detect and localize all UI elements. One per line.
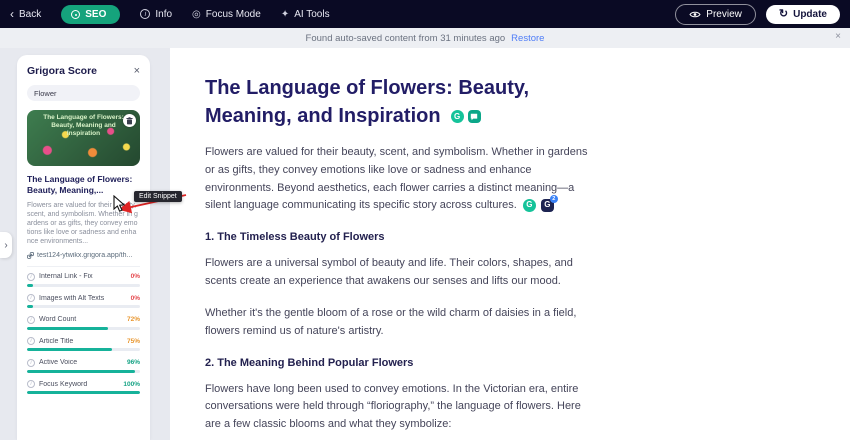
info-icon: i — [27, 359, 35, 367]
snippet-url-text: test124-ytwikx.grigora.app/th... — [37, 252, 132, 259]
seo-label: SEO — [85, 9, 106, 20]
score-item-active-voice[interactable]: i Active Voice 96% — [27, 359, 140, 373]
mouse-cursor — [112, 195, 127, 213]
score-item-alt-texts[interactable]: i Images with Alt Texts 0% — [27, 294, 140, 308]
focus-mode-button[interactable]: ◎ Focus Mode — [192, 9, 261, 20]
back-label: Back — [19, 9, 41, 20]
info-icon: i — [27, 380, 35, 388]
score-badge: 96% — [127, 359, 140, 366]
gauge-icon — [71, 10, 80, 19]
delete-image-button[interactable] — [123, 114, 136, 127]
sidebar-divider — [27, 266, 140, 267]
preview-button[interactable]: Preview — [675, 4, 756, 25]
info-icon: i — [27, 316, 35, 324]
info-icon: i — [140, 9, 150, 19]
score-progress — [27, 348, 140, 351]
focus-target-icon: ◎ — [192, 9, 201, 20]
focus-mode-label: Focus Mode — [206, 9, 261, 20]
grigora-score-panel: Grigora Score × Flower The Language of F… — [17, 55, 150, 440]
back-button[interactable]: ‹ Back — [10, 8, 41, 20]
keyword-input[interactable]: Flower — [27, 85, 140, 101]
score-item-word-count[interactable]: i Word Count 72% — [27, 316, 140, 330]
topbar-right: Preview ↻ Update — [675, 4, 840, 25]
info-icon: i — [27, 294, 35, 302]
score-badge: 0% — [131, 295, 140, 302]
document-body: Flowers are valued for their beauty, sce… — [205, 144, 597, 440]
topbar-left: ‹ Back SEO i Info ◎ Focus Mode ✦ AI Tool… — [10, 5, 330, 24]
eye-icon — [689, 10, 701, 19]
score-progress — [27, 284, 140, 287]
back-chevron-icon: ‹ — [10, 8, 14, 20]
score-badge: 100% — [123, 381, 140, 388]
paragraph[interactable]: Flowers have long been used to convey em… — [205, 381, 597, 434]
update-button[interactable]: ↻ Update — [766, 5, 840, 24]
update-label: Update — [793, 9, 827, 20]
preview-label: Preview — [706, 9, 742, 20]
section-heading-2[interactable]: 2. The Meaning Behind Popular Flowers — [205, 357, 597, 369]
sparkle-icon: ✦ — [281, 9, 289, 20]
score-progress — [27, 327, 140, 330]
sidebar-close-icon[interactable]: × — [134, 66, 140, 77]
page: ‹ Back SEO i Info ◎ Focus Mode ✦ AI Tool… — [0, 0, 850, 440]
score-badge: 72% — [127, 316, 140, 323]
sidebar-collapse-handle[interactable]: › — [0, 232, 12, 258]
score-item-focus-keyword[interactable]: i Focus Keyword 100% — [27, 380, 140, 394]
editor-canvas[interactable]: The Language of Flowers: Beauty, Meaning… — [170, 48, 850, 440]
info-button[interactable]: i Info — [140, 9, 172, 20]
paragraph[interactable]: Flowers are a universal symbol of beauty… — [205, 255, 597, 291]
edit-snippet-tooltip: Edit Snippet — [134, 191, 182, 202]
score-progress — [27, 370, 140, 373]
refresh-icon: ↻ — [779, 9, 788, 20]
grammar-checker-icon[interactable]: G — [451, 110, 464, 123]
grammar-checker-icon[interactable]: G — [523, 199, 536, 212]
info-icon: i — [27, 337, 35, 345]
banner-close-icon[interactable]: × — [835, 31, 841, 42]
section-heading-1[interactable]: 1. The Timeless Beauty of Flowers — [205, 231, 597, 243]
link-icon — [27, 252, 34, 259]
document-title[interactable]: The Language of Flowers: Beauty, Meaning… — [205, 74, 605, 130]
paragraph[interactable]: Whether it's the gentle bloom of a rose … — [205, 305, 597, 341]
chat-icon[interactable] — [468, 110, 481, 123]
snippet-url[interactable]: test124-ytwikx.grigora.app/th... — [27, 252, 140, 259]
info-icon: i — [27, 273, 35, 281]
suggestions-icon[interactable]: G2 — [541, 199, 554, 212]
seo-button[interactable]: SEO — [61, 5, 120, 24]
sidebar-title: Grigora Score — [27, 65, 97, 77]
sidebar-header: Grigora Score × — [27, 65, 140, 77]
score-progress — [27, 391, 140, 394]
score-badge: 75% — [127, 338, 140, 345]
ai-tools-button[interactable]: ✦ AI Tools — [281, 9, 330, 20]
autosave-banner: Found auto-saved content from 31 minutes… — [0, 28, 850, 48]
ai-tools-label: AI Tools — [294, 9, 329, 20]
autosave-message: Found auto-saved content from 31 minutes… — [306, 33, 506, 44]
score-badge: 0% — [131, 273, 140, 280]
info-label: Info — [155, 9, 172, 20]
suggestion-count-badge: 2 — [550, 195, 558, 203]
trash-icon — [126, 117, 133, 125]
intro-paragraph[interactable]: Flowers are valued for their beauty, sce… — [205, 144, 597, 215]
restore-link[interactable]: Restore — [511, 33, 544, 44]
score-progress — [27, 305, 140, 308]
topbar: ‹ Back SEO i Info ◎ Focus Mode ✦ AI Tool… — [0, 0, 850, 28]
score-item-internal-link[interactable]: i Internal Link - Fix 0% — [27, 273, 140, 287]
snippet-thumbnail[interactable]: The Language of Flowers: Beauty, Meaning… — [27, 110, 140, 166]
score-item-article-title[interactable]: i Article Title 75% — [27, 337, 140, 351]
